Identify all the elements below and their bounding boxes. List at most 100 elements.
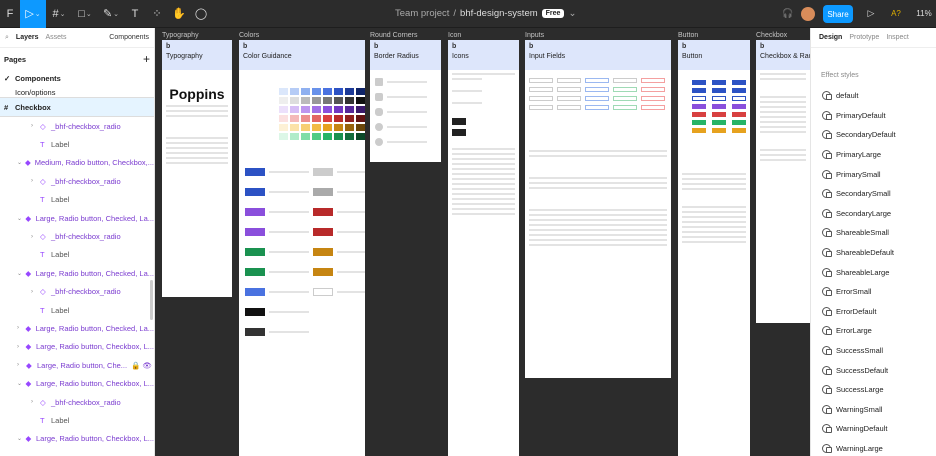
layer-item[interactable]: T Label (0, 135, 154, 153)
effect-style-item[interactable]: SuccessLarge (811, 380, 936, 400)
headphones-icon[interactable]: 🎧 (780, 0, 796, 28)
expand-arrow-icon[interactable]: › (31, 399, 40, 405)
frame-icon[interactable]: b Icons (448, 40, 519, 456)
lock-visibility-icons[interactable]: 🔒 👁 (131, 361, 152, 370)
layer-item[interactable]: › ◆ Large, Radio button, Checkbox, L... (0, 338, 154, 356)
effect-style-item[interactable]: SuccessDefault (811, 360, 936, 380)
frame-round-corners[interactable]: b Border Radius (370, 40, 441, 162)
shape-tool-button[interactable]: □ ⌄ (72, 0, 98, 28)
layer-item[interactable]: ⌄ ◆ Large, Radio button, Checkbox, L... (0, 430, 154, 448)
effect-style-item[interactable]: PrimaryLarge (811, 145, 936, 165)
effect-style-item[interactable]: SuccessSmall (811, 341, 936, 361)
effect-style-item[interactable]: ShareableSmall (811, 223, 936, 243)
frame-checkbox[interactable]: b Checkbox & Radio B (756, 40, 810, 323)
expand-arrow-icon[interactable]: ⌄ (17, 380, 26, 387)
avatar[interactable] (801, 7, 815, 21)
canvas[interactable]: Typography b Typography Poppins Colors bC… (156, 28, 810, 456)
comment-tool-button[interactable]: ◯ (190, 0, 212, 28)
expand-arrow-icon[interactable]: ⌄ (17, 270, 25, 277)
zoom-control[interactable]: 11% (914, 0, 934, 28)
tab-inspect[interactable]: Inspect (886, 34, 909, 41)
hand-tool-button[interactable]: ✋ (168, 0, 190, 28)
layer-item[interactable]: ⌄ ◆ Large, Radio button, Checked, La... (0, 209, 154, 227)
effect-style-item[interactable]: PrimaryDefault (811, 106, 936, 126)
layer-item[interactable]: ⌄ ◆ Large, Radio button, Checkbox, L... (0, 374, 154, 392)
layer-item[interactable]: › ◇ _bhf-checkbox_radio (0, 227, 154, 245)
effect-style-item[interactable]: WarningDefault (811, 419, 936, 439)
expand-arrow-icon[interactable]: ⌄ (17, 159, 25, 166)
chevron-down-icon[interactable]: ⌄ (568, 8, 576, 19)
expand-arrow-icon[interactable]: ⌄ (17, 215, 25, 222)
layer-item[interactable]: › ◇ _bhf-checkbox_radio (0, 172, 154, 190)
layer-item[interactable]: T Label (0, 301, 154, 319)
components-dropdown[interactable]: Components (109, 34, 149, 41)
page-label: Icon/options (15, 88, 56, 97)
frame-button[interactable]: b Button (678, 40, 750, 456)
move-tool-button[interactable]: ▷ ⌄ (20, 0, 46, 28)
frame-typography[interactable]: b Typography Poppins (162, 40, 232, 297)
tab-design[interactable]: Design (819, 34, 842, 41)
layer-item[interactable]: › ◆ Large, Radio button, Che... 🔒 👁 (0, 356, 154, 374)
effect-style-item[interactable]: default (811, 86, 936, 106)
layer-item[interactable]: › ◇ _bhf-checkbox_radio (0, 393, 154, 411)
layer-item[interactable]: T Label (0, 191, 154, 209)
frame-label-colors[interactable]: Colors (239, 32, 259, 39)
frame-label-typography[interactable]: Typography (162, 32, 199, 39)
frame-colors[interactable]: b Color Guidance (239, 40, 365, 456)
expand-arrow-icon[interactable]: › (31, 289, 40, 295)
frame-label-round-corners[interactable]: Round Corners (370, 32, 417, 39)
effect-style-item[interactable]: WarningLarge (811, 439, 936, 456)
expand-arrow-icon[interactable]: › (17, 344, 26, 350)
frame-label-icon[interactable]: Icon (448, 32, 461, 39)
effect-style-item[interactable]: ShareableLarge (811, 262, 936, 282)
play-icon[interactable]: ▷ (864, 0, 878, 28)
frame-tool-button[interactable]: # ⌄ (46, 0, 72, 28)
frame-label-checkbox[interactable]: Checkbox (756, 32, 787, 39)
layer-checkbox-frame[interactable]: # Checkbox (0, 97, 154, 117)
expand-arrow-icon[interactable]: › (31, 234, 40, 240)
layer-item[interactable]: ⌄ ◆ Medium, Radio button, Checkbox,... (0, 154, 154, 172)
expand-arrow-icon[interactable]: › (31, 123, 40, 129)
search-icon[interactable]: ⌕ (5, 34, 9, 42)
components-tool-button[interactable]: ⁘ (146, 0, 168, 28)
effect-style-item[interactable]: SecondaryLarge (811, 204, 936, 224)
effect-style-item[interactable]: ErrorLarge (811, 321, 936, 341)
frame-inputs[interactable]: b Input Fields (525, 40, 671, 378)
effect-style-item[interactable]: SecondarySmall (811, 184, 936, 204)
expand-arrow-icon[interactable]: › (17, 362, 26, 368)
text-tool-button[interactable]: T (124, 0, 146, 28)
effect-style-item[interactable]: ShareableDefault (811, 243, 936, 263)
layer-item[interactable]: T Label (0, 411, 154, 429)
frame-label-button[interactable]: Button (678, 32, 698, 39)
effect-style-item[interactable]: ErrorDefault (811, 302, 936, 322)
effect-styles-header: Effect styles (821, 71, 859, 79)
layer-item[interactable]: › ◇ _bhf-checkbox_radio (0, 283, 154, 301)
pen-tool-button[interactable]: ✎ ⌄ (98, 0, 124, 28)
layer-item[interactable]: › ◇ _bhf-checkbox_radio (0, 117, 154, 135)
figma-menu-icon[interactable]: F (0, 0, 20, 28)
scrollbar[interactable] (150, 280, 153, 320)
file-name[interactable]: bhf-design-system (460, 8, 538, 19)
expand-arrow-icon[interactable]: › (31, 178, 40, 184)
layer-item[interactable]: ⌄ ◆ Large, Radio button, Checked, La... (0, 264, 154, 282)
expand-arrow-icon[interactable]: › (17, 325, 25, 331)
tab-layers[interactable]: Layers (16, 34, 39, 41)
frame-label-inputs[interactable]: Inputs (525, 32, 544, 39)
tab-prototype[interactable]: Prototype (849, 34, 879, 41)
page-item-icon-options[interactable]: Icon/options (0, 87, 154, 97)
plan-badge[interactable]: Free (541, 9, 565, 18)
effect-style-item[interactable]: WarningSmall (811, 400, 936, 420)
add-page-button[interactable]: + (143, 52, 150, 66)
expand-arrow-icon[interactable]: ⌄ (17, 435, 26, 442)
ai-button[interactable]: A? (889, 0, 903, 28)
breadcrumb: Team project / bhf-design-system Free ⌄ (395, 8, 576, 19)
page-item-components[interactable]: ✓ Components (0, 70, 154, 87)
layer-item[interactable]: T Label (0, 246, 154, 264)
layer-item[interactable]: › ◆ Large, Radio button, Checked, La... (0, 319, 154, 337)
effect-style-item[interactable]: ErrorSmall (811, 282, 936, 302)
tab-assets[interactable]: Assets (46, 34, 67, 41)
share-button[interactable]: Share (823, 5, 853, 23)
team-link[interactable]: Team project (395, 8, 449, 19)
effect-style-item[interactable]: PrimarySmall (811, 164, 936, 184)
effect-style-item[interactable]: SecondaryDefault (811, 125, 936, 145)
